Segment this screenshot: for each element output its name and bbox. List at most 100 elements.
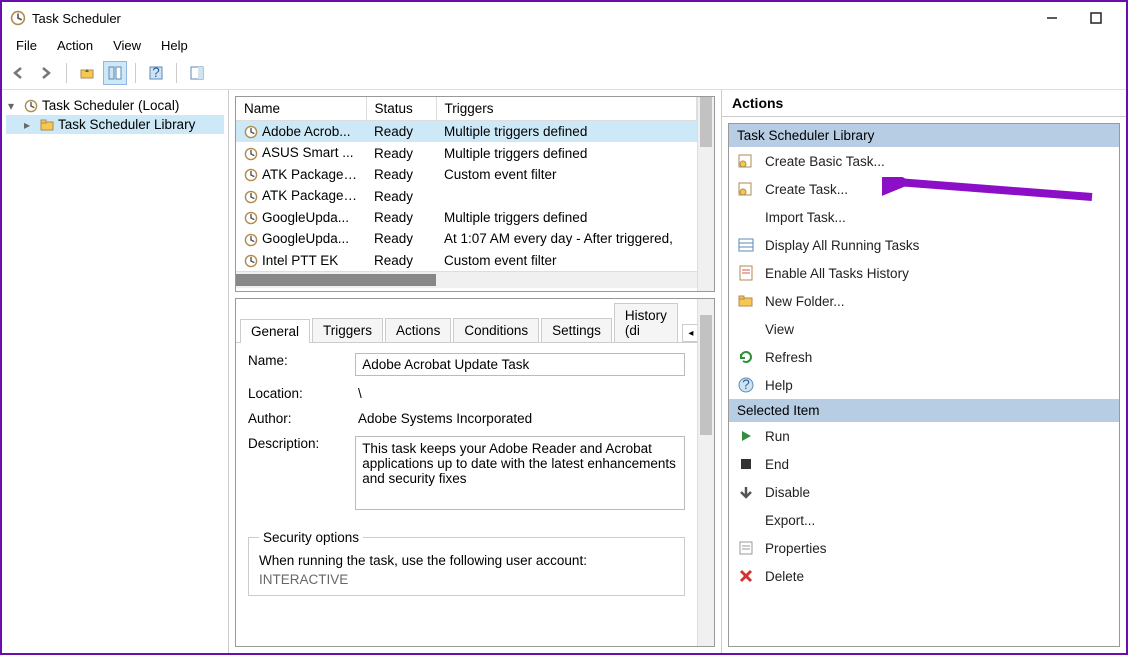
cell-triggers: Multiple triggers defined <box>444 124 587 139</box>
cell-triggers: At 1:07 AM every day - After triggered, <box>444 231 673 246</box>
forward-button[interactable] <box>34 61 58 85</box>
task-detail-panel: General Triggers Actions Conditions Sett… <box>235 298 715 647</box>
clock-icon <box>24 99 38 113</box>
menu-bar: File Action View Help <box>2 34 1126 56</box>
action-label: Export... <box>765 513 815 528</box>
action-run[interactable]: Run <box>729 422 1119 450</box>
tab-general[interactable]: General <box>240 319 310 343</box>
cell-status: Ready <box>374 167 413 182</box>
action-delete[interactable]: Delete <box>729 562 1119 590</box>
tab-body-general: Name: Adobe Acrobat Update Task Location… <box>236 343 697 606</box>
up-folder-button[interactable] <box>75 61 99 85</box>
action-enable-history[interactable]: Enable All Tasks History <box>729 259 1119 287</box>
table-row[interactable]: GoogleUpda...ReadyAt 1:07 AM every day -… <box>236 228 697 249</box>
cell-name: GoogleUpda... <box>262 231 349 246</box>
show-tree-button[interactable] <box>103 61 127 85</box>
col-header-triggers[interactable]: Triggers <box>436 97 697 121</box>
delete-icon <box>737 568 755 584</box>
minimize-button[interactable] <box>1030 4 1074 32</box>
menu-file[interactable]: File <box>6 36 47 55</box>
action-export[interactable]: Export... <box>729 506 1119 534</box>
cell-status: Ready <box>374 146 413 161</box>
action-refresh[interactable]: Refresh <box>729 343 1119 371</box>
action-view[interactable]: View <box>729 315 1119 343</box>
expander-icon[interactable]: ▸ <box>24 118 36 132</box>
security-options: Security options When running the task, … <box>248 530 685 596</box>
table-row[interactable]: Adobe Acrob...ReadyMultiple triggers def… <box>236 121 697 143</box>
tab-actions[interactable]: Actions <box>385 318 451 342</box>
action-help[interactable]: ? Help <box>729 371 1119 399</box>
action-label: Enable All Tasks History <box>765 266 909 281</box>
app-icon <box>10 10 26 26</box>
action-display-running[interactable]: Display All Running Tasks <box>729 231 1119 259</box>
maximize-button[interactable] <box>1074 4 1118 32</box>
security-legend: Security options <box>259 530 363 545</box>
action-new-folder[interactable]: New Folder... <box>729 287 1119 315</box>
main-area: ▾ Task Scheduler (Local) ▸ Task Schedule… <box>2 90 1126 653</box>
action-import-task[interactable]: Import Task... <box>729 203 1119 231</box>
table-row[interactable]: ATK Package ...ReadyCustom event filter <box>236 164 697 185</box>
action-create-task[interactable]: Create Task... <box>729 175 1119 203</box>
window-title: Task Scheduler <box>32 11 1030 26</box>
tab-settings[interactable]: Settings <box>541 318 612 342</box>
help-icon: ? <box>737 377 755 393</box>
table-row[interactable]: Intel PTT EKReadyCustom event filter <box>236 250 697 271</box>
actions-pane: Actions Task Scheduler Library Create Ba… <box>721 90 1126 653</box>
expander-icon[interactable]: ▾ <box>8 99 20 113</box>
menu-action[interactable]: Action <box>47 36 103 55</box>
actions-header: Actions <box>722 90 1126 117</box>
cell-name: GoogleUpda... <box>262 210 349 225</box>
create-basic-task-icon <box>737 153 755 169</box>
menu-view[interactable]: View <box>103 36 151 55</box>
table-row[interactable]: ASUS Smart ...ReadyMultiple triggers def… <box>236 142 697 163</box>
action-pane-button[interactable] <box>185 61 209 85</box>
description-field[interactable]: This task keeps your Adobe Reader and Ac… <box>355 436 685 510</box>
action-label: Delete <box>765 569 804 584</box>
tree-root-label: Task Scheduler (Local) <box>42 98 179 113</box>
export-icon <box>737 512 755 528</box>
view-icon <box>737 321 755 337</box>
action-label: Help <box>765 378 793 393</box>
back-button[interactable] <box>6 61 30 85</box>
tab-triggers[interactable]: Triggers <box>312 318 383 342</box>
author-value: Adobe Systems Incorporated <box>358 411 685 426</box>
action-create-basic-task[interactable]: Create Basic Task... <box>729 147 1119 175</box>
task-list-hscroll[interactable] <box>236 271 697 288</box>
cell-name: Intel PTT EK <box>262 253 338 268</box>
task-list-vscroll[interactable] <box>697 97 714 291</box>
action-properties[interactable]: Properties <box>729 534 1119 562</box>
cell-name: ATK Package ... <box>262 188 359 203</box>
tree-pane: ▾ Task Scheduler (Local) ▸ Task Schedule… <box>2 90 229 653</box>
actions-section-selected: Selected Item <box>729 399 1119 422</box>
col-header-status[interactable]: Status <box>366 97 436 121</box>
task-list: Name Status Triggers Adobe Acrob...Ready… <box>235 96 715 292</box>
cell-name: Adobe Acrob... <box>262 124 351 139</box>
action-label: Properties <box>765 541 827 556</box>
table-row[interactable]: ATK Package ...Ready <box>236 185 697 206</box>
detail-tabs: General Triggers Actions Conditions Sett… <box>236 299 697 343</box>
table-row[interactable]: GoogleUpda...ReadyMultiple triggers defi… <box>236 207 697 228</box>
action-label: End <box>765 457 789 472</box>
description-label: Description: <box>248 436 335 510</box>
cell-name: ATK Package ... <box>262 167 359 182</box>
col-header-name[interactable]: Name <box>236 97 366 121</box>
title-bar: Task Scheduler <box>2 2 1126 34</box>
action-label: Create Basic Task... <box>765 154 885 169</box>
center-pane: Name Status Triggers Adobe Acrob...Ready… <box>229 90 721 653</box>
toolbar-separator <box>176 63 177 83</box>
action-disable[interactable]: Disable <box>729 478 1119 506</box>
menu-help[interactable]: Help <box>151 36 198 55</box>
tab-conditions[interactable]: Conditions <box>453 318 539 342</box>
name-field[interactable]: Adobe Acrobat Update Task <box>355 353 685 376</box>
action-end[interactable]: End <box>729 450 1119 478</box>
help-button[interactable]: ? <box>144 61 168 85</box>
run-icon <box>737 428 755 444</box>
tree-root[interactable]: ▾ Task Scheduler (Local) <box>6 96 224 115</box>
name-label: Name: <box>248 353 335 376</box>
tab-history[interactable]: History (di <box>614 303 678 342</box>
tab-scroll-left[interactable]: ◂ <box>682 324 697 342</box>
tree-library[interactable]: ▸ Task Scheduler Library <box>6 115 224 134</box>
enable-history-icon <box>737 265 755 281</box>
detail-vscroll[interactable] <box>697 299 714 646</box>
svg-text:?: ? <box>152 65 160 80</box>
